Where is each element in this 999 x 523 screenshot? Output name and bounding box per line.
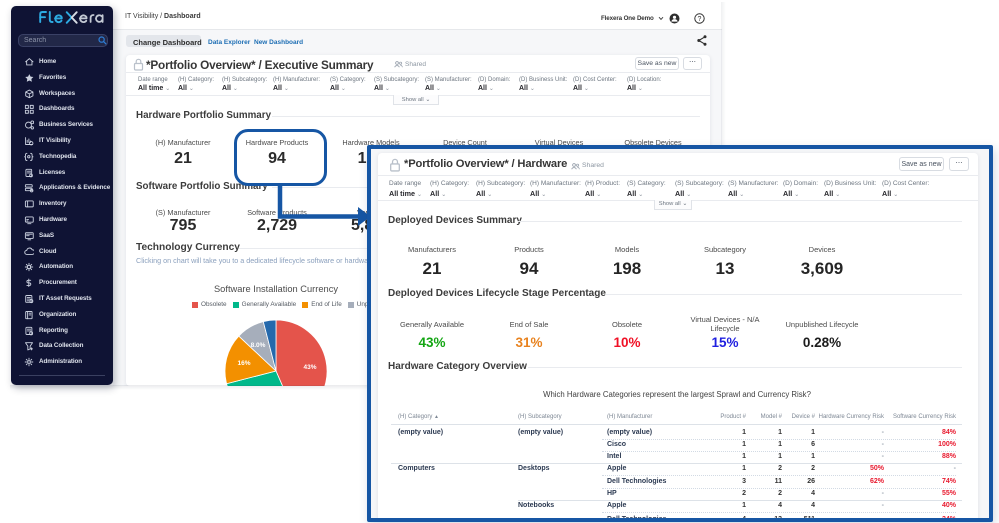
svg-text:8.0%: 8.0% xyxy=(251,342,266,349)
svg-text:?: ? xyxy=(698,16,702,23)
svg-text:16%: 16% xyxy=(237,360,250,367)
svg-text:43%: 43% xyxy=(303,364,316,371)
